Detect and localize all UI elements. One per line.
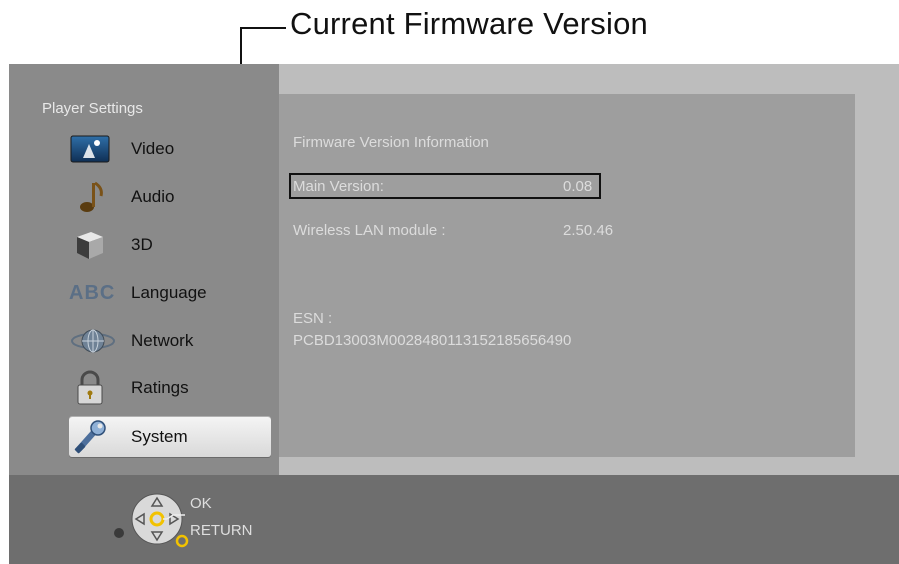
padlock-icon — [69, 368, 119, 408]
callout-line-horizontal-top — [240, 27, 286, 29]
sidebar-item-label: Ratings — [131, 378, 189, 397]
abc-icon-text: ABC — [69, 281, 116, 304]
panel-bottom-margin — [279, 457, 855, 475]
sidebar-item-audio[interactable]: Audio — [69, 177, 271, 217]
sidebar-item-label: System — [131, 427, 188, 446]
esn-label: ESN : — [293, 310, 333, 327]
sidebar-item-system[interactable]: System — [69, 417, 271, 457]
hint-bar: OK RETURN — [9, 475, 899, 564]
panel-right-margin — [855, 94, 899, 475]
esn-value: PCBD13003M002848011315218565649​0 — [293, 332, 572, 349]
wireless-lan-value: 2.50.46 — [563, 222, 614, 239]
ok-hint: OK — [190, 495, 212, 512]
settings-screen: Player Settings Video Audio 3D ABC Langu… — [9, 64, 899, 564]
wireless-lan-label: Wireless LAN module : — [293, 222, 446, 239]
main-version-highlight — [289, 173, 601, 199]
sidebar-item-label: 3D — [131, 235, 153, 254]
sidebar-item-video[interactable]: Video — [69, 129, 271, 169]
cube-3d-icon — [69, 225, 119, 265]
sidebar-item-label: Audio — [131, 187, 175, 206]
sidebar-item-3d[interactable]: 3D — [69, 225, 271, 265]
sidebar-item-ratings[interactable]: Ratings — [69, 368, 271, 408]
wrench-icon — [69, 417, 119, 457]
sidebar-item-label: Video — [131, 139, 175, 158]
top-bar — [279, 64, 899, 94]
sidebar-item-label: Language — [131, 283, 207, 302]
return-hint: RETURN — [190, 522, 253, 539]
sidebar-title: Player Settings — [42, 100, 143, 117]
sidebar-item-label: Network — [131, 331, 194, 350]
sidebar: Player Settings Video Audio 3D ABC Langu… — [9, 64, 279, 475]
globe-icon — [69, 321, 119, 361]
callout-title: Current Firmware Version — [290, 6, 648, 41]
music-note-icon — [69, 177, 119, 217]
abc-icon: ABC — [69, 273, 119, 313]
video-icon — [69, 129, 119, 169]
sidebar-item-network[interactable]: Network — [69, 321, 271, 361]
firmware-info-panel: Firmware Version Information Main Versio… — [279, 94, 855, 457]
panel-heading: Firmware Version Information — [293, 134, 489, 151]
sidebar-item-language[interactable]: ABC Language — [69, 273, 271, 313]
